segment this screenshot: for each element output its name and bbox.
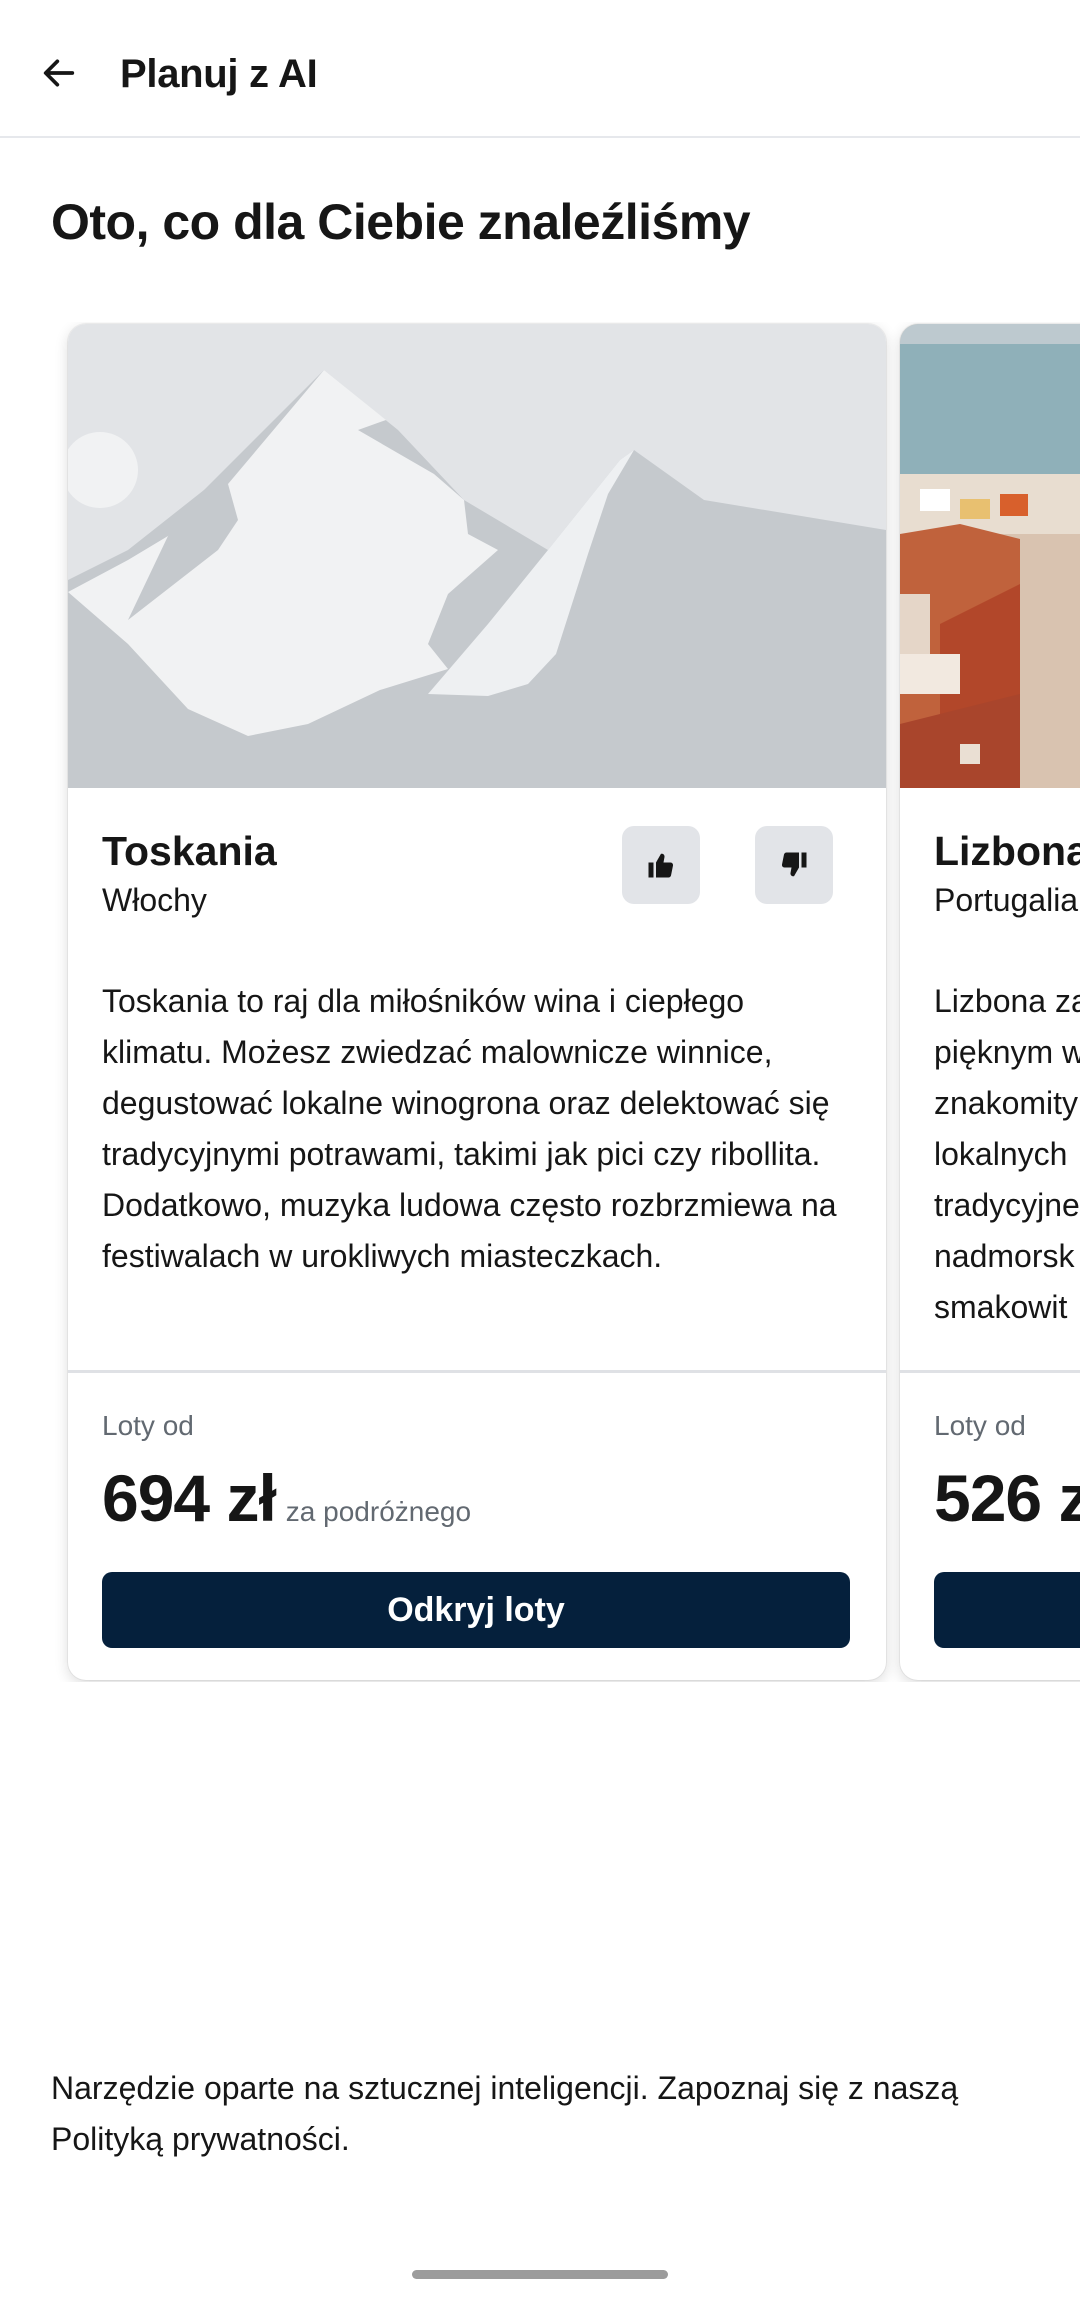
discover-flights-button[interactable]: Odkryj loty <box>102 1572 850 1648</box>
arrow-left-icon <box>43 59 75 87</box>
ai-disclaimer[interactable]: Narzędzie oparte na sztucznej inteligenc… <box>51 2063 1041 2165</box>
description-line: nadmorsk <box>934 1238 1075 1274</box>
like-button[interactable] <box>622 826 700 904</box>
destination-country: Portugalia <box>934 882 1079 918</box>
discover-flights-button[interactable] <box>934 1572 1080 1648</box>
page-title: Planuj z AI <box>120 52 318 96</box>
destination-carousel[interactable]: Toskania Włochy Toskania to raj dla miło… <box>0 322 1080 1682</box>
mountain-placeholder-image <box>68 324 886 788</box>
home-indicator[interactable] <box>412 2270 668 2279</box>
description-line: znakomity <box>934 1085 1079 1121</box>
card-divider <box>900 1370 1080 1373</box>
price-value: 526 zł <box>934 1461 1080 1535</box>
thumbs-up-icon <box>648 853 674 878</box>
dislike-button[interactable] <box>755 826 833 904</box>
card-divider <box>68 1370 886 1373</box>
screen: Planuj z AI Oto, co dla Ciebie znaleźliś… <box>0 0 1080 2301</box>
destination-country: Włochy <box>102 882 207 918</box>
price-label: Loty od <box>934 1410 1026 1441</box>
top-app-bar: Planuj z AI <box>0 0 1080 138</box>
destination-title: Toskania <box>102 828 277 874</box>
destination-card-toskania[interactable]: Toskania Włochy Toskania to raj dla miło… <box>68 324 886 1680</box>
back-button[interactable] <box>30 44 88 102</box>
description-line: Lizbona za <box>934 983 1080 1019</box>
price-row: 526 zł <box>934 1460 1080 1536</box>
description-line: smakowit <box>934 1289 1068 1325</box>
description-line: tradycyjne <box>934 1187 1080 1223</box>
results-heading: Oto, co dla Ciebie znaleźliśmy <box>51 194 751 250</box>
thumbs-down-icon <box>781 852 807 877</box>
description-line: lokalnych <box>934 1136 1068 1172</box>
destination-description: Toskania to raj dla miłośników wina i ci… <box>102 983 837 1274</box>
lisbon-rooftops-photo <box>900 324 1080 788</box>
description-line: pięknym w <box>934 1034 1080 1070</box>
destination-card-lizbona[interactable]: Lizbona Portugalia Lizbona za pięknym w … <box>900 324 1080 1680</box>
price-row: 694 zł za podróżnego <box>102 1460 471 1536</box>
price-unit: za podróżnego <box>285 1496 472 1527</box>
price-value: 694 zł <box>102 1461 277 1535</box>
price-label: Loty od <box>102 1410 194 1441</box>
destination-title: Lizbona <box>934 828 1080 874</box>
destination-description: Lizbona za pięknym w znakomity lokalnych… <box>934 976 1080 1333</box>
